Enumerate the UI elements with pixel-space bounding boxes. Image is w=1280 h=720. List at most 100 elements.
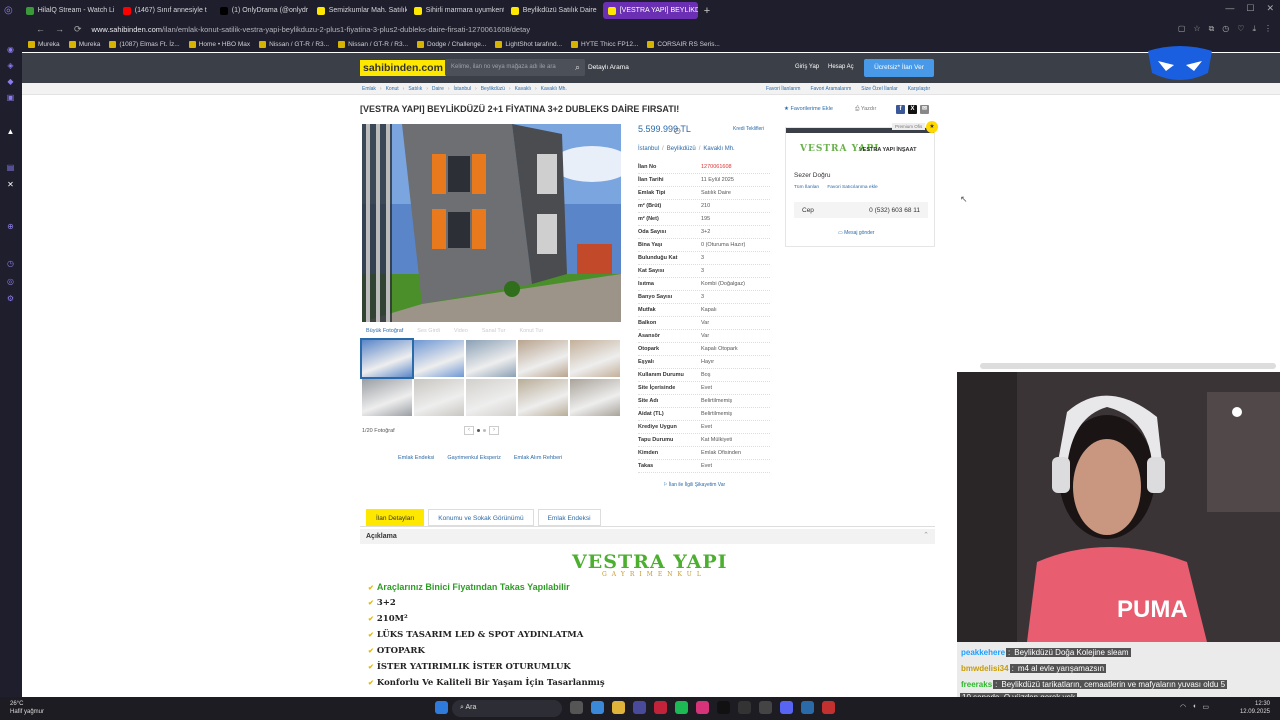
breadcrumb-item[interactable]: İstanbul xyxy=(454,86,472,92)
bookmark-item[interactable]: Nissan / GT-R / R3... xyxy=(259,41,329,48)
bookmark-item[interactable]: (1087) Elmas Ft. İz... xyxy=(109,41,180,48)
screenshot-icon[interactable]: ▢ xyxy=(1178,24,1186,34)
back-icon[interactable]: ← xyxy=(36,24,45,34)
browser-tab[interactable]: (1) OnlyDrama (@onlydr xyxy=(215,2,310,19)
weather-widget[interactable]: 26°C Hafif yağmur xyxy=(10,700,44,716)
file-explorer-icon[interactable] xyxy=(612,701,625,714)
download-icon[interactable]: ⤓ xyxy=(1252,24,1256,34)
search-icon[interactable]: ⌕ xyxy=(575,62,580,73)
windows-start-icon[interactable] xyxy=(435,701,448,714)
x-twitter-icon[interactable]: X xyxy=(908,105,917,114)
history-icon[interactable]: ◷ xyxy=(1222,24,1229,34)
task-view-icon[interactable] xyxy=(570,701,583,714)
location-link[interactable]: Beylikdüzü xyxy=(667,146,696,152)
breadcrumb-item[interactable]: Kavaklı xyxy=(515,86,531,92)
photo-tool[interactable]: Konut Tur xyxy=(519,328,543,334)
photo-thumbnail[interactable] xyxy=(466,340,516,377)
bookmark-item[interactable]: Dodge / Challenge... xyxy=(417,41,486,48)
browser-tab[interactable]: Beylikdüzü Satılık Daire xyxy=(506,2,601,19)
search-input[interactable]: Kelime, ilan no veya mağaza adı ile ara … xyxy=(445,59,585,76)
pager-dot[interactable] xyxy=(483,429,486,432)
bookmark-item[interactable]: LightShot tarafınd... xyxy=(495,41,562,48)
print-link[interactable]: ⎙ Yazdır xyxy=(855,106,876,113)
wifi-icon[interactable]: ◠ xyxy=(1180,703,1186,711)
add-favorite-link[interactable]: ★ Favorilerime Ekle xyxy=(784,106,833,112)
sidebar-clock-icon[interactable]: ◷ xyxy=(6,259,15,268)
sidebar-twitch-icon[interactable]: ▤ xyxy=(6,163,15,172)
pager-dot[interactable] xyxy=(477,429,480,432)
photo-tool[interactable]: Büyük Fotoğraf xyxy=(366,328,403,334)
forward-icon[interactable]: → xyxy=(55,24,64,34)
spotify-icon[interactable] xyxy=(675,701,688,714)
new-tab-button[interactable]: + xyxy=(700,5,714,17)
photo-tool[interactable]: Ses Girdi xyxy=(417,328,440,334)
email-icon[interactable]: ✉ xyxy=(920,105,929,114)
detail-tab[interactable]: Konumu ve Sokak Görünümü xyxy=(428,509,534,526)
sidebar-history-icon[interactable]: ◆ xyxy=(6,77,15,86)
heart-icon[interactable]: ♡ xyxy=(1237,24,1244,34)
sidebar-aria-icon[interactable]: ▲ xyxy=(6,127,15,136)
extensions-icon[interactable]: ⧉ xyxy=(1209,24,1215,34)
facebook-icon[interactable]: f xyxy=(896,105,905,114)
bookmark-item[interactable]: Mureka xyxy=(68,41,100,48)
photo-thumbnail[interactable] xyxy=(360,338,414,379)
bookmark-item[interactable]: HYTE Thicc FP12... xyxy=(571,41,638,48)
bookmark-item[interactable]: Mureka xyxy=(28,41,60,48)
browser-tab[interactable]: (1467) Sınıf annesiyle t xyxy=(118,2,213,19)
location-link[interactable]: Kavaklı Mh. xyxy=(703,146,734,152)
steam2-icon[interactable] xyxy=(801,701,814,714)
account-link[interactable]: Favori Aramalarım xyxy=(810,86,851,92)
info-link[interactable]: Emlak Alım Rehberi xyxy=(514,455,562,461)
send-message-link[interactable]: ▭ Mesaj gönder xyxy=(838,230,874,236)
site-logo[interactable]: sahibinden.com xyxy=(360,60,446,76)
browser-tab[interactable]: HilalQ Stream - Watch Li xyxy=(21,2,116,19)
sidebar-x-icon[interactable]: ✕ xyxy=(6,180,15,189)
discord-icon[interactable] xyxy=(780,701,793,714)
collapse-icon[interactable]: ⌃ xyxy=(923,531,929,539)
taskbar-search[interactable]: ⌕ Ara xyxy=(452,700,562,717)
url-field[interactable]: www.sahibinden.com/ilan/emlak-konut-sati… xyxy=(92,25,531,34)
instagram-icon[interactable] xyxy=(696,701,709,714)
menu-icon[interactable]: ⋮ xyxy=(1264,24,1272,34)
bookmark-item[interactable]: CORSAIR RS Seris... xyxy=(647,41,720,48)
maximize-icon[interactable]: ☐ xyxy=(1246,3,1254,14)
detail-tab[interactable]: Emlak Endeksi xyxy=(537,509,601,526)
browser-tab[interactable]: Semizkumlar Mah. Satılık xyxy=(312,2,407,19)
main-listing-photo[interactable] xyxy=(362,124,621,322)
sidebar-msg-icon[interactable]: ◉ xyxy=(6,45,15,54)
breadcrumb-item[interactable]: Kavaklı Mh. xyxy=(541,86,567,92)
account-link[interactable]: Favori İlanlarım xyxy=(766,86,800,92)
all-ads-link[interactable]: Tüm İlanları xyxy=(794,185,819,190)
account-link[interactable]: Size Özel İlanlar xyxy=(861,86,897,92)
complain-link[interactable]: ⚐ İlan ile İlgili Şikayetim Var xyxy=(663,482,725,488)
sidebar-bookmark-icon[interactable]: ◈ xyxy=(6,61,15,70)
seller-office-name[interactable]: VESTRA YAPI İNŞAAT xyxy=(859,147,916,153)
fav-seller-link[interactable]: Favori Satıcılarıma ekle xyxy=(827,185,877,190)
browser-tab[interactable]: [VESTRA YAPI] BEYLİKDÜ xyxy=(602,2,698,19)
detailed-search-link[interactable]: Detaylı Arama xyxy=(588,64,629,71)
photo-thumbnail[interactable] xyxy=(466,379,516,416)
browser-tab[interactable]: Sihirli marmara uyumkent xyxy=(409,2,504,19)
location-link[interactable]: İstanbul xyxy=(638,146,659,152)
register-link[interactable]: Hesap Aç xyxy=(828,64,854,70)
tiktok-icon[interactable] xyxy=(717,701,730,714)
opera-icon[interactable] xyxy=(654,701,667,714)
taskbar-clock[interactable]: 12:30 12.09.2025 xyxy=(1240,700,1270,716)
bookmark-item[interactable]: Home • HBO Max xyxy=(188,41,250,48)
prev-icon[interactable]: ‹ xyxy=(464,426,474,435)
photo-thumbnail[interactable] xyxy=(570,340,620,377)
close-icon[interactable]: ✕ xyxy=(1266,3,1274,14)
breadcrumb-item[interactable]: Konut xyxy=(386,86,399,92)
photo-tool[interactable]: Video xyxy=(454,328,468,334)
app2-icon[interactable] xyxy=(822,701,835,714)
photo-thumbnail[interactable] xyxy=(414,379,464,416)
photo-thumbnail[interactable] xyxy=(362,379,412,416)
sidebar-plus-icon[interactable]: ⊕ xyxy=(6,222,15,231)
edge-icon[interactable] xyxy=(591,701,604,714)
breadcrumb-item[interactable]: Daire xyxy=(432,86,444,92)
sidebar-player-icon[interactable]: ◎ xyxy=(6,277,15,286)
reload-icon[interactable]: ⟳ xyxy=(74,24,82,35)
chat-username[interactable]: freeraks xyxy=(960,680,993,689)
browser-logo-icon[interactable]: ◎ xyxy=(4,5,13,16)
photo-thumbnail[interactable] xyxy=(414,340,464,377)
